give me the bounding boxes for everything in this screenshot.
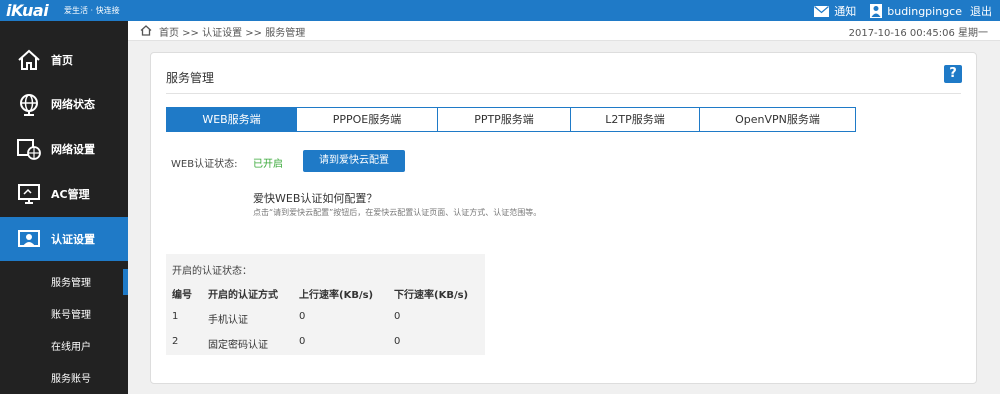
- sidebar-subitem-label: 账号管理: [51, 309, 91, 321]
- goto-cloud-config-button[interactable]: 请到爱快云配置: [303, 150, 405, 172]
- table-cell: 0: [299, 336, 306, 347]
- column-header: 编号: [172, 290, 192, 301]
- notice-link[interactable]: 通知: [834, 3, 856, 19]
- tab-l2tp-server[interactable]: L2TP服务端: [570, 108, 699, 131]
- sidebar-subitem-label: 服务管理: [51, 277, 91, 289]
- sidebar-item-home[interactable]: 首页: [0, 38, 128, 82]
- top-bar: iKuai 爱生活 · 快连接 通知 budingpingce 退出: [0, 0, 1000, 21]
- howto-title: 爱快WEB认证如何配置？: [253, 192, 378, 205]
- logout-link[interactable]: 退出: [970, 3, 992, 19]
- web-auth-status-value: 已开启: [253, 159, 283, 170]
- tab-web-server[interactable]: WEB服务端: [167, 108, 296, 131]
- web-auth-status-label: WEB认证状态:: [171, 159, 238, 170]
- tab-pptp-server[interactable]: PPTP服务端: [437, 108, 570, 131]
- username[interactable]: budingpingce: [887, 5, 962, 18]
- globe-icon: [20, 94, 38, 116]
- user-icon: [870, 4, 883, 18]
- table-cell: 手机认证: [208, 315, 248, 326]
- sidebar-item-network-status[interactable]: 网络状态: [0, 82, 128, 126]
- ikuai-logo[interactable]: iKuai: [6, 1, 49, 20]
- sidebar-item-label: 认证设置: [51, 233, 95, 246]
- page-title: 服务管理: [166, 71, 215, 85]
- sidebar-item-auth-settings[interactable]: 认证设置: [0, 217, 128, 261]
- table-cell: 1: [172, 311, 179, 322]
- tab-pppoe-server[interactable]: PPPOE服务端: [296, 108, 437, 131]
- service-tabs: WEB服务端 PPPOE服务端 PPTP服务端 L2TP服务端 OpenVPN服…: [166, 107, 856, 132]
- sidebar-item-label: 首页: [51, 54, 73, 67]
- breadcrumb-bar: 首页 >> 认证设置 >> 服务管理 2017-10-16 00:45:06 星…: [128, 21, 1000, 41]
- table-cell: 0: [299, 311, 306, 322]
- tab-openvpn-server[interactable]: OpenVPN服务端: [699, 108, 855, 131]
- table-cell: 0: [394, 336, 401, 347]
- sidebar-item-ac-management[interactable]: AC管理: [0, 172, 128, 216]
- column-header: 开启的认证方式: [208, 290, 278, 301]
- sidebar-subitem-online-users[interactable]: 在线用户: [0, 330, 128, 360]
- divider: [166, 93, 961, 94]
- table-cell: 2: [172, 336, 179, 347]
- network-settings-icon: [17, 139, 41, 160]
- slogan: 爱生活 · 快连接: [64, 6, 120, 15]
- sidebar-item-label: 网络设置: [51, 143, 95, 156]
- service-management-panel: 服务管理 ? WEB服务端 PPPOE服务端 PPTP服务端 L2TP服务端 O…: [150, 52, 977, 384]
- sidebar-subitem-label: 在线用户: [51, 341, 91, 353]
- howto-description: 点击“请到爱快云配置”按钮后，在爱快云配置认证页面、认证方式、认证范围等。: [253, 208, 542, 217]
- home-icon: [18, 49, 40, 70]
- enabled-auth-status-box: 开启的认证状态： 编号 开启的认证方式 上行速率(KB/s) 下行速率(KB/s…: [166, 254, 485, 355]
- sidebar-item-label: 网络状态: [51, 98, 95, 111]
- sidebar-item-label: AC管理: [51, 188, 90, 201]
- sidebar-subitem-label: 服务账号: [51, 373, 91, 385]
- top-right-area: 通知 budingpingce 退出: [809, 3, 992, 19]
- sidebar-subitem-service-accounts[interactable]: 服务账号: [0, 362, 128, 392]
- enabled-auth-title: 开启的认证状态：: [172, 266, 252, 277]
- help-icon[interactable]: ?: [944, 65, 962, 83]
- monitor-icon: [18, 184, 40, 204]
- home-icon[interactable]: [140, 25, 152, 36]
- auth-settings-icon: [18, 230, 40, 247]
- column-header: 上行速率(KB/s): [299, 290, 374, 301]
- breadcrumb: 首页 >> 认证设置 >> 服务管理: [159, 28, 306, 39]
- sidebar-subitem-service-management[interactable]: 服务管理: [0, 266, 128, 296]
- mail-icon[interactable]: [814, 5, 830, 17]
- table-cell: 0: [394, 311, 401, 322]
- datetime: 2017-10-16 00:45:06 星期一: [848, 28, 988, 39]
- sidebar-item-network-settings[interactable]: 网络设置: [0, 127, 128, 171]
- table-cell: 固定密码认证: [208, 340, 268, 351]
- sidebar: 首页 网络状态 网络设置 AC管理 认证设置 服务管理 账号管理 在线用户 服务…: [0, 21, 128, 394]
- column-header: 下行速率(KB/s): [394, 290, 469, 301]
- sidebar-subitem-account-management[interactable]: 账号管理: [0, 298, 128, 328]
